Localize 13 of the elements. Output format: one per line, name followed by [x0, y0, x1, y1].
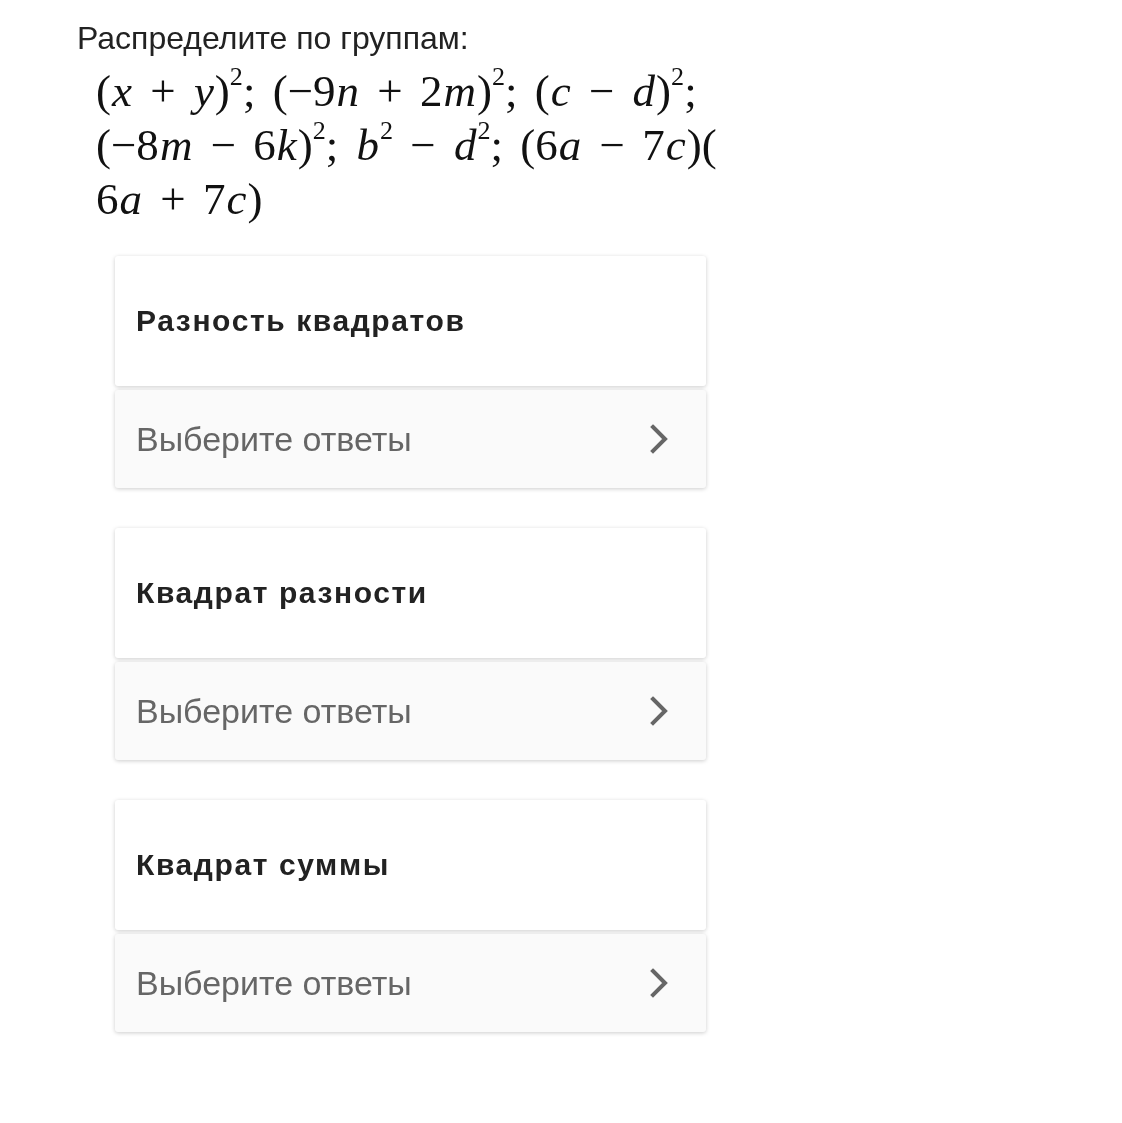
- math-expression-line: (x + y)$^{2}$; (−9n + 2m)$^{2}$; (c − d)$^{2}$;: [96, 64, 697, 118]
- group-title: Квадрат разности: [136, 576, 428, 610]
- answer-dropdown[interactable]: Выберите ответы: [115, 934, 706, 1032]
- chevron-right-icon: [650, 968, 668, 998]
- chevron-right-icon: [650, 424, 668, 454]
- math-expression-line: (−8m − 6k)$^{2}$; b$^{2}$ − d$^{2}$; (6a − 7c)(: [96, 118, 717, 172]
- math-expression-line: 6a + 7c): [96, 173, 263, 226]
- answer-dropdown[interactable]: Выберите ответы: [115, 390, 706, 488]
- group-title: Квадрат суммы: [136, 848, 390, 882]
- chevron-right-icon: [650, 696, 668, 726]
- answer-dropdown[interactable]: Выберите ответы: [115, 662, 706, 760]
- task-prompt: Распределите по группам:: [77, 19, 469, 58]
- group-title: Разность квадратов: [136, 304, 466, 338]
